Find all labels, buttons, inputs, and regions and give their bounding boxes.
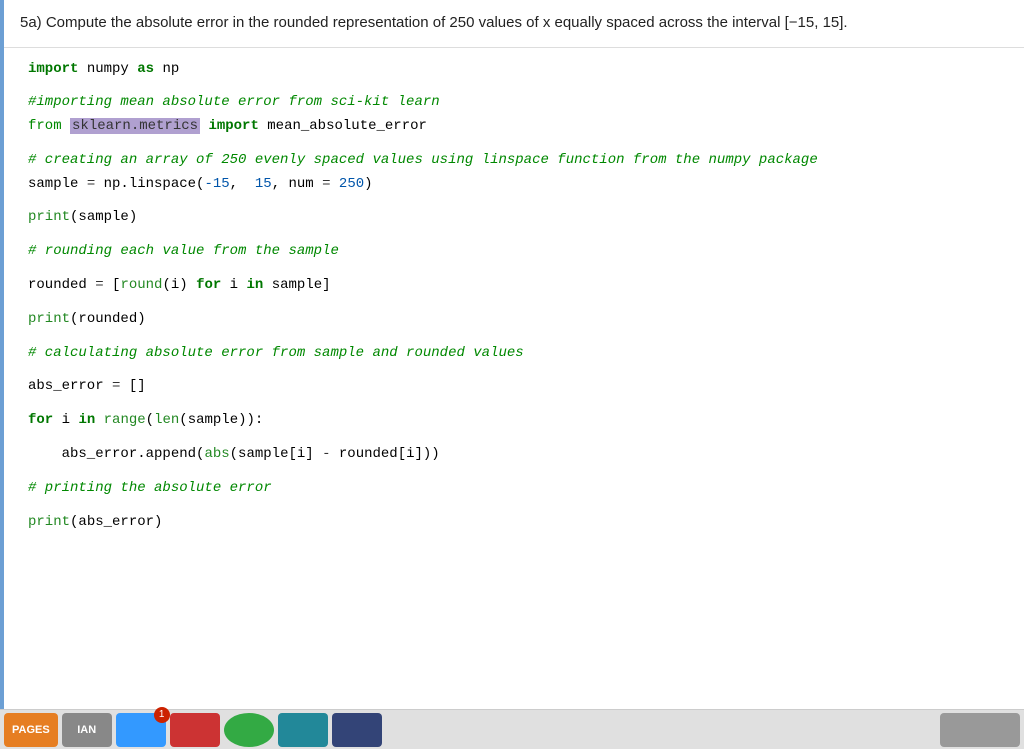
kw-in2: in [78,412,95,428]
taskbar-teal[interactable] [278,713,328,747]
taskbar-right[interactable] [940,713,1020,747]
code-line-rounded: rounded = [round(i) for i in sample] [12,274,1024,298]
badge-1: 1 [154,707,170,723]
kw-print2: print [28,311,70,327]
blank2 [12,139,1024,149]
taskbar-red[interactable] [170,713,220,747]
code-line-import: import numpy as np [12,58,1024,82]
problem-text: 5a) Compute the absolute error in the ro… [20,14,848,31]
code-line-print-rounded: print(rounded) [12,308,1024,332]
comment-importing: #importing mean absolute error from sci-… [12,91,1024,115]
kw-import: import [28,61,78,77]
taskbar-pages-label: PAGES [12,724,50,736]
taskbar: PAGES IAN 1 [0,709,1024,749]
kw-round: round [120,277,162,293]
kw-import2: import [208,118,258,134]
code-area: import numpy as np #importing mean absol… [4,48,1024,545]
comment-printing: # printing the absolute error [12,477,1024,501]
blank10 [12,433,1024,443]
taskbar-darkblue[interactable] [332,713,382,747]
taskbar-pages[interactable]: PAGES [4,713,58,747]
blank9 [12,399,1024,409]
code-line-sample: sample = np.linspace(-15, 15, num = 250) [12,173,1024,197]
code-line-abs-error-init: abs_error = [] [12,375,1024,399]
blank4 [12,230,1024,240]
taskbar-ian[interactable]: IAN [62,713,112,747]
kw-range: range [104,412,146,428]
kw-print3: print [28,514,70,530]
kw-print: print [28,209,70,225]
blank8 [12,365,1024,375]
code-line-print-sample: print(sample) [12,206,1024,230]
blank12 [12,501,1024,511]
blank6 [12,298,1024,308]
comment-creating: # creating an array of 250 evenly spaced… [12,149,1024,173]
kw-len: len [154,412,179,428]
blank7 [12,332,1024,342]
kw-as: as [137,61,154,77]
blank11 [12,467,1024,477]
code-line-from: from sklearn.metrics import mean_absolut… [12,115,1024,139]
comment-rounding: # rounding each value from the sample [12,240,1024,264]
kw-for2: for [28,412,53,428]
blank [12,81,1024,91]
blank5 [12,264,1024,274]
main-content: 5a) Compute the absolute error in the ro… [0,0,1024,710]
sklearn-highlight: sklearn.metrics [70,118,200,134]
code-line-for: for i in range(len(sample)): [12,409,1024,433]
kw-for: for [196,277,221,293]
kw-from: from [28,118,62,134]
kw-abs: abs [204,446,229,462]
kw-in: in [247,277,264,293]
taskbar-green[interactable] [224,713,274,747]
blank3 [12,196,1024,206]
code-line-append: abs_error.append(abs(sample[i] - rounded… [12,443,1024,467]
problem-statement: 5a) Compute the absolute error in the ro… [4,0,1024,48]
code-line-print-abs: print(abs_error) [12,511,1024,535]
taskbar-ian-label: IAN [77,724,96,736]
comment-calculating: # calculating absolute error from sample… [12,342,1024,366]
